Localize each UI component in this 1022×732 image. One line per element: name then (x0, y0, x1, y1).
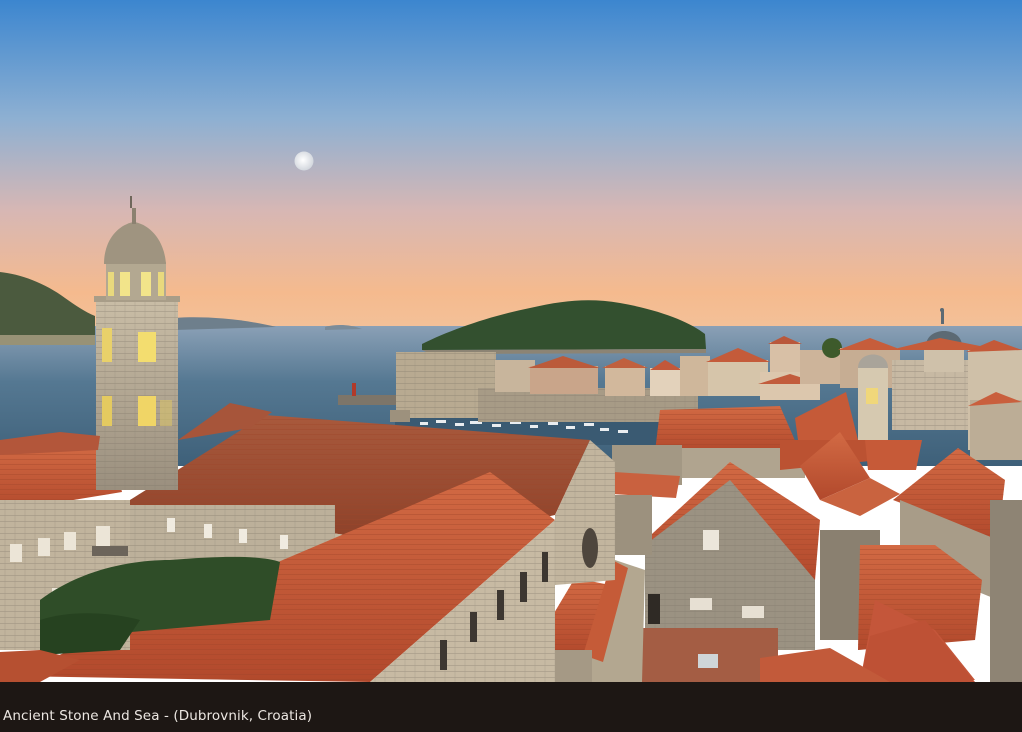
dubrovnik-photo-illustration (0, 0, 1022, 682)
clock-tower (858, 354, 888, 442)
photo-caption: Ancient Stone And Sea - (Dubrovnik, Croa… (3, 708, 313, 724)
caption-bar: Ancient Stone And Sea - (Dubrovnik, Croa… (0, 682, 1022, 732)
town-right (966, 340, 1022, 460)
photo-viewer: Ancient Stone And Sea - (Dubrovnik, Croa… (0, 0, 1022, 732)
harbour-pier (338, 395, 396, 405)
photo[interactable] (0, 0, 1022, 682)
moon (294, 151, 314, 171)
